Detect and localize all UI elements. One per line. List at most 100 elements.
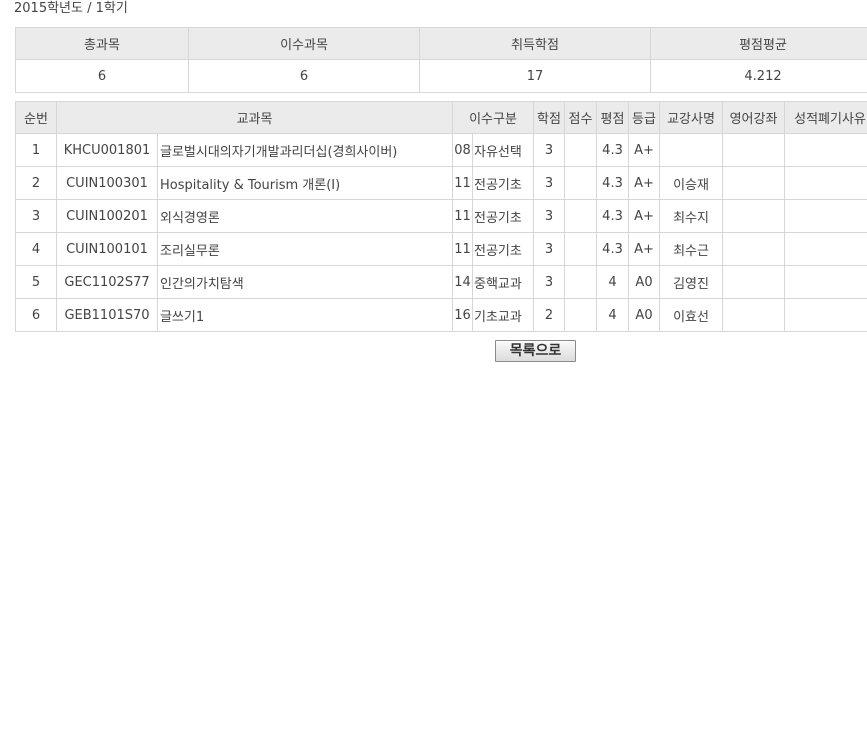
professor: 김영진 [659,265,724,299]
professor [659,133,724,167]
course-code: CUIN100101 [56,232,158,266]
credit: 2 [533,298,566,332]
category-name: 중핵교과 [472,265,535,299]
summary-header-total-courses: 총과목 [15,27,189,60]
course-name: 외식경영론 [156,199,454,233]
category-code: 11 [452,199,474,233]
category-name: 기초교과 [472,298,535,332]
header-no: 순번 [15,101,57,134]
summary-header-row: 총과목 이수과목 취득학점 평점평균 [15,27,867,60]
row-no: 1 [15,133,57,167]
table-row: 2 CUIN100301 Hospitality & Tourism 개론(I)… [15,166,867,200]
english-course [722,199,786,233]
score [564,133,598,167]
header-grade: 등급 [628,101,661,134]
english-course [722,232,786,266]
dropped-reason [784,232,867,266]
summary-header-gpa-average: 평점평균 [650,27,867,60]
english-course [722,265,786,299]
gpa: 4.3 [596,232,630,266]
score [564,298,598,332]
header-credit: 학점 [533,101,566,134]
grade: A0 [628,265,661,299]
summary-earned-credits: 17 [419,59,651,93]
category-code: 14 [452,265,474,299]
course-header-row: 순번 교과목 이수구분 학점 점수 평점 등급 교강사명 영어강좌 성적폐기사유 [15,101,867,134]
row-no: 4 [15,232,57,266]
credit: 3 [533,232,566,266]
header-dropped-reason: 성적폐기사유 [784,101,867,134]
grade: A+ [628,166,661,200]
category-name: 전공기초 [472,199,535,233]
gpa: 4.3 [596,166,630,200]
header-professor: 교강사명 [659,101,724,134]
category-name: 자유선택 [472,133,535,167]
score [564,166,598,200]
course-name: 조리실무론 [156,232,454,266]
credit: 3 [533,133,566,167]
credit: 3 [533,199,566,233]
term-label: 2015학년도 / 1학기 [14,1,128,16]
professor: 최수지 [659,199,724,233]
credit: 3 [533,166,566,200]
score [564,199,598,233]
back-to-list-button[interactable]: 목록으로 [495,340,576,362]
score [564,232,598,266]
course-code: GEB1101S70 [56,298,158,332]
header-category: 이수구분 [452,101,535,134]
course-code: GEC1102S77 [56,265,158,299]
row-no: 6 [15,298,57,332]
grade: A0 [628,298,661,332]
summary-completed-courses: 6 [188,59,420,93]
course-code: KHCU001801 [56,133,158,167]
english-course [722,166,786,200]
header-gpa: 평점 [596,101,630,134]
category-name: 전공기초 [472,166,535,200]
professor: 이승재 [659,166,724,200]
dropped-reason [784,265,867,299]
summary-table: 총과목 이수과목 취득학점 평점평균 6 6 17 4.212 [15,27,867,93]
category-code: 16 [452,298,474,332]
dropped-reason [784,298,867,332]
course-code: CUIN100201 [56,199,158,233]
dropped-reason [784,199,867,233]
table-row: 4 CUIN100101 조리실무론 11 전공기초 3 4.3 A+ 최수근 [15,232,867,266]
grade: A+ [628,199,661,233]
row-no: 5 [15,265,57,299]
grade: A+ [628,133,661,167]
course-name: 글쓰기1 [156,298,454,332]
professor: 최수근 [659,232,724,266]
summary-header-completed-courses: 이수과목 [188,27,420,60]
header-course: 교과목 [55,101,454,134]
gpa: 4 [596,265,630,299]
course-table: 순번 교과목 이수구분 학점 점수 평점 등급 교강사명 영어강좌 성적폐기사유… [15,101,867,332]
credit: 3 [533,265,566,299]
course-name: 인간의가치탐색 [156,265,454,299]
professor: 이효선 [659,298,724,332]
header-score: 점수 [564,101,598,134]
table-row: 3 CUIN100201 외식경영론 11 전공기초 3 4.3 A+ 최수지 [15,199,867,233]
summary-total-courses: 6 [15,59,189,93]
header-english-course: 영어강좌 [722,101,786,134]
table-row: 1 KHCU001801 글로벌시대의자기개발과리더십(경희사이버) 08 자유… [15,133,867,167]
course-name: 글로벌시대의자기개발과리더십(경희사이버) [156,133,454,167]
table-row: 6 GEB1101S70 글쓰기1 16 기초교과 2 4 A0 이효선 [15,298,867,332]
table-row: 5 GEC1102S77 인간의가치탐색 14 중핵교과 3 4 A0 김영진 [15,265,867,299]
course-code: CUIN100301 [56,166,158,200]
category-code: 11 [452,232,474,266]
gpa: 4 [596,298,630,332]
category-code: 11 [452,166,474,200]
gpa: 4.3 [596,133,630,167]
dropped-reason [784,166,867,200]
summary-header-earned-credits: 취득학점 [419,27,651,60]
english-course [722,298,786,332]
grade: A+ [628,232,661,266]
row-no: 2 [15,166,57,200]
row-no: 3 [15,199,57,233]
category-code: 08 [452,133,474,167]
category-name: 전공기초 [472,232,535,266]
summary-gpa-average: 4.212 [650,59,867,93]
gpa: 4.3 [596,199,630,233]
score [564,265,598,299]
course-name: Hospitality & Tourism 개론(I) [156,166,454,200]
